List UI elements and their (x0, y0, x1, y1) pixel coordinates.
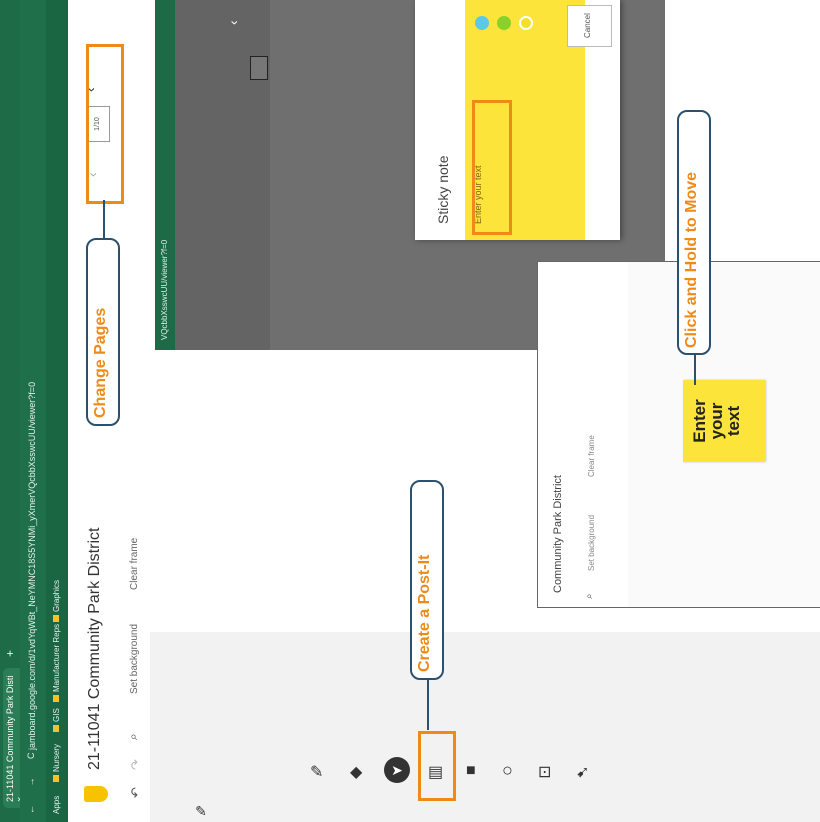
pen-tool-icon[interactable]: ✎ (190, 800, 212, 822)
click-hold-connector (694, 355, 696, 385)
undo-icon[interactable]: ↶ (128, 787, 144, 798)
sticky-note-text: Enter your text (690, 399, 743, 443)
frame-thumbnail[interactable] (250, 56, 268, 80)
url-field[interactable]: jamboard.google.com/d/1vdYqWBt_NeYMNC18S… (27, 382, 37, 750)
sticky-tool-highlight (418, 731, 456, 801)
dimmed-app-bar: ‹ (175, 0, 270, 350)
browser-tab[interactable]: 21-11041 Community Park Disti × (3, 668, 25, 808)
redo-icon[interactable]: ↷ (128, 759, 144, 770)
document-title[interactable]: 21-11041 Community Park District (86, 528, 104, 770)
click-hold-callout: Click and Hold to Move (677, 110, 711, 355)
change-pages-connector (103, 200, 105, 238)
bookmarks-bar: Apps Nursery GIS Manufacturer Reps Graph… (46, 0, 68, 822)
color-swatch-green[interactable] (497, 16, 511, 30)
tab-title: 21-11041 Community Park Disti (5, 675, 15, 802)
sticky-text-highlight (472, 100, 512, 235)
frame-nav-highlight (86, 44, 124, 204)
bookmark-manufacturer-reps[interactable]: Manufacturer Reps (52, 624, 61, 702)
jamboard-canvas[interactable]: Enter your text (628, 262, 820, 607)
bookmark-nursery[interactable]: Nursery (52, 744, 61, 782)
app-header: Community Park District ⌕ Set background… (538, 262, 629, 607)
document-title[interactable]: Community Park District (552, 475, 564, 593)
url-fragment: VQcbbXsswcUU/viewer?f=0 (160, 239, 169, 340)
color-swatch-yellow[interactable] (519, 16, 533, 30)
jamboard-logo-icon (84, 786, 108, 802)
browser-tab-bar: 21-11041 Community Park Disti × + (0, 0, 25, 822)
new-tab-icon[interactable]: + (3, 650, 17, 657)
create-postit-callout: Create a Post-It (410, 480, 444, 680)
change-pages-callout: Change Pages (86, 238, 120, 426)
zoom-icon[interactable]: ⌕ (126, 733, 141, 740)
clear-frame-button[interactable]: Clear frame (587, 435, 596, 477)
color-swatch-blue[interactable] (475, 16, 489, 30)
address-bar-fragment: VQcbbXsswcUU/viewer?f=0 (155, 0, 175, 350)
toolbar: ✎ (150, 632, 820, 822)
sticky-note[interactable]: Enter your text (683, 380, 765, 462)
set-background-button[interactable]: Set background (129, 624, 140, 694)
create-postit-connector (427, 680, 429, 730)
bookmark-graphics[interactable]: Graphics (52, 580, 61, 622)
clear-frame-button[interactable]: Clear frame (129, 538, 140, 590)
bookmark-gis[interactable]: GIS (52, 708, 61, 732)
bookmark-apps[interactable]: Apps (52, 796, 61, 814)
address-bar: ← → C jamboard.google.com/d/1vdYqWBt_NeY… (20, 0, 46, 822)
dialog-title: Sticky note (435, 155, 451, 224)
nav-icons[interactable]: ← → C (26, 744, 36, 814)
color-swatches (475, 10, 541, 30)
next-frame-icon[interactable]: ‹ (225, 20, 241, 25)
zoom-icon[interactable]: ⌕ (584, 593, 595, 599)
set-background-button[interactable]: Set background (587, 515, 596, 571)
cancel-button[interactable]: Cancel (567, 5, 612, 47)
